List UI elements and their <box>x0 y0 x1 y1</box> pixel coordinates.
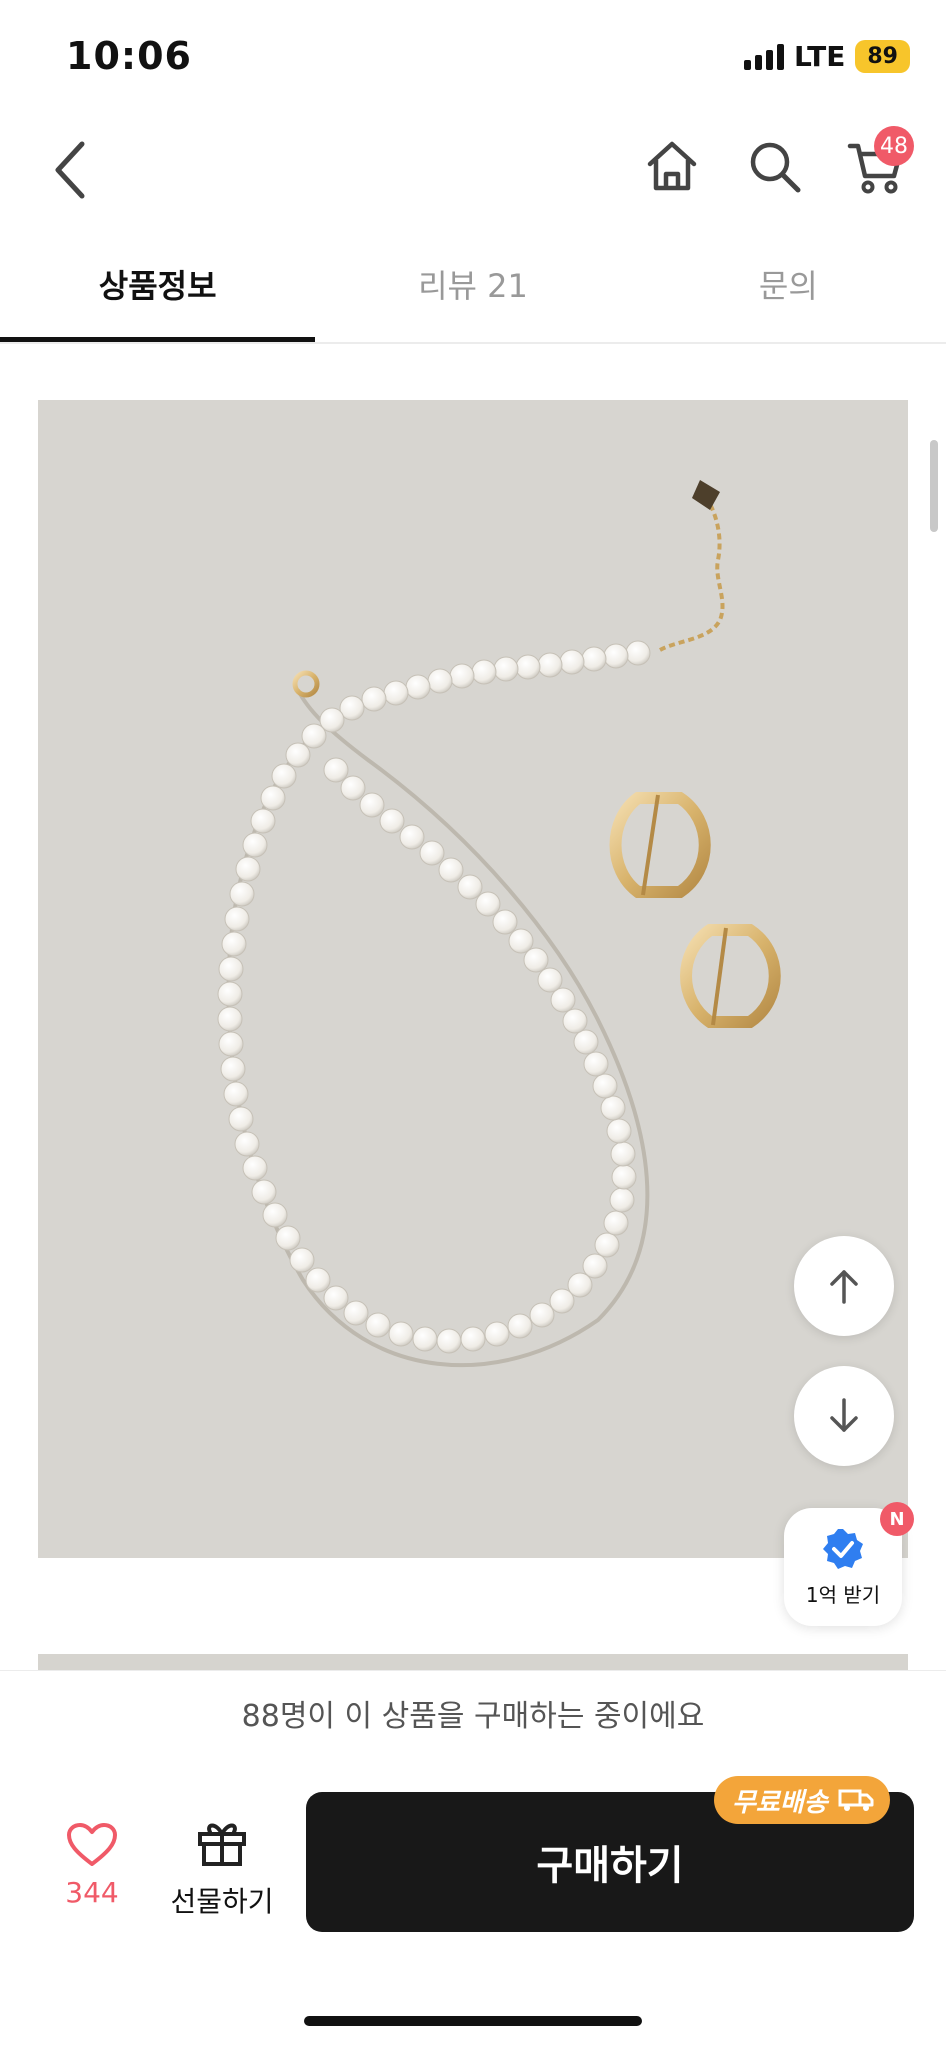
signal-icon <box>743 43 784 70</box>
status-right: LTE 89 <box>743 40 910 73</box>
like-button[interactable]: 344 <box>54 1822 130 1909</box>
back-arrow-icon[interactable] <box>46 134 100 206</box>
product-tabs: 상품정보 리뷰 21 문의 <box>0 238 946 344</box>
like-count: 344 <box>65 1876 119 1909</box>
free-shipping-label: 무료배송 <box>732 1787 828 1818</box>
scroll-down-button[interactable] <box>794 1366 894 1466</box>
top-navigation <box>0 110 946 230</box>
buying-now-banner: 88명이 이 상품을 구매하는 중이에요 <box>0 1670 946 1764</box>
free-shipping-badge: 무료배송 <box>714 1776 890 1824</box>
truck-icon <box>838 1789 874 1811</box>
pearl-necklace-illustration <box>38 400 908 1558</box>
reward-button[interactable]: 1억 받기 N <box>784 1502 914 1626</box>
tab-inquiry[interactable]: 문의 <box>631 238 946 342</box>
heart-icon <box>67 1823 117 1866</box>
gift-icon <box>198 1823 246 1866</box>
tab-reviews[interactable]: 리뷰 21 <box>315 238 630 342</box>
arrow-down-icon <box>830 1398 858 1432</box>
gift-button[interactable]: 선물하기 <box>164 1818 280 1920</box>
home-icon[interactable] <box>642 136 702 196</box>
tab-product-info[interactable]: 상품정보 <box>0 238 316 342</box>
scrollbar[interactable] <box>930 440 938 532</box>
verified-badge-icon <box>823 1528 863 1569</box>
product-image <box>38 400 908 1558</box>
network-type: LTE <box>793 40 846 73</box>
scroll-up-button[interactable] <box>794 1236 894 1336</box>
battery-indicator: 89 <box>855 40 910 73</box>
arrow-up-icon <box>830 1270 858 1304</box>
status-bar: 10:06 LTE 89 <box>0 0 946 110</box>
gift-label: 선물하기 <box>170 1885 274 1918</box>
new-badge: N <box>880 1502 914 1536</box>
status-time: 10:06 <box>66 34 192 78</box>
search-icon[interactable] <box>744 136 804 196</box>
cart-count-badge: 48 <box>874 126 914 166</box>
home-indicator[interactable] <box>304 2016 642 2026</box>
bottom-action-bar: 344 선물하기 구매하기 무료배송 <box>0 1762 946 2048</box>
reward-label: 1억 받기 <box>805 1582 881 1607</box>
